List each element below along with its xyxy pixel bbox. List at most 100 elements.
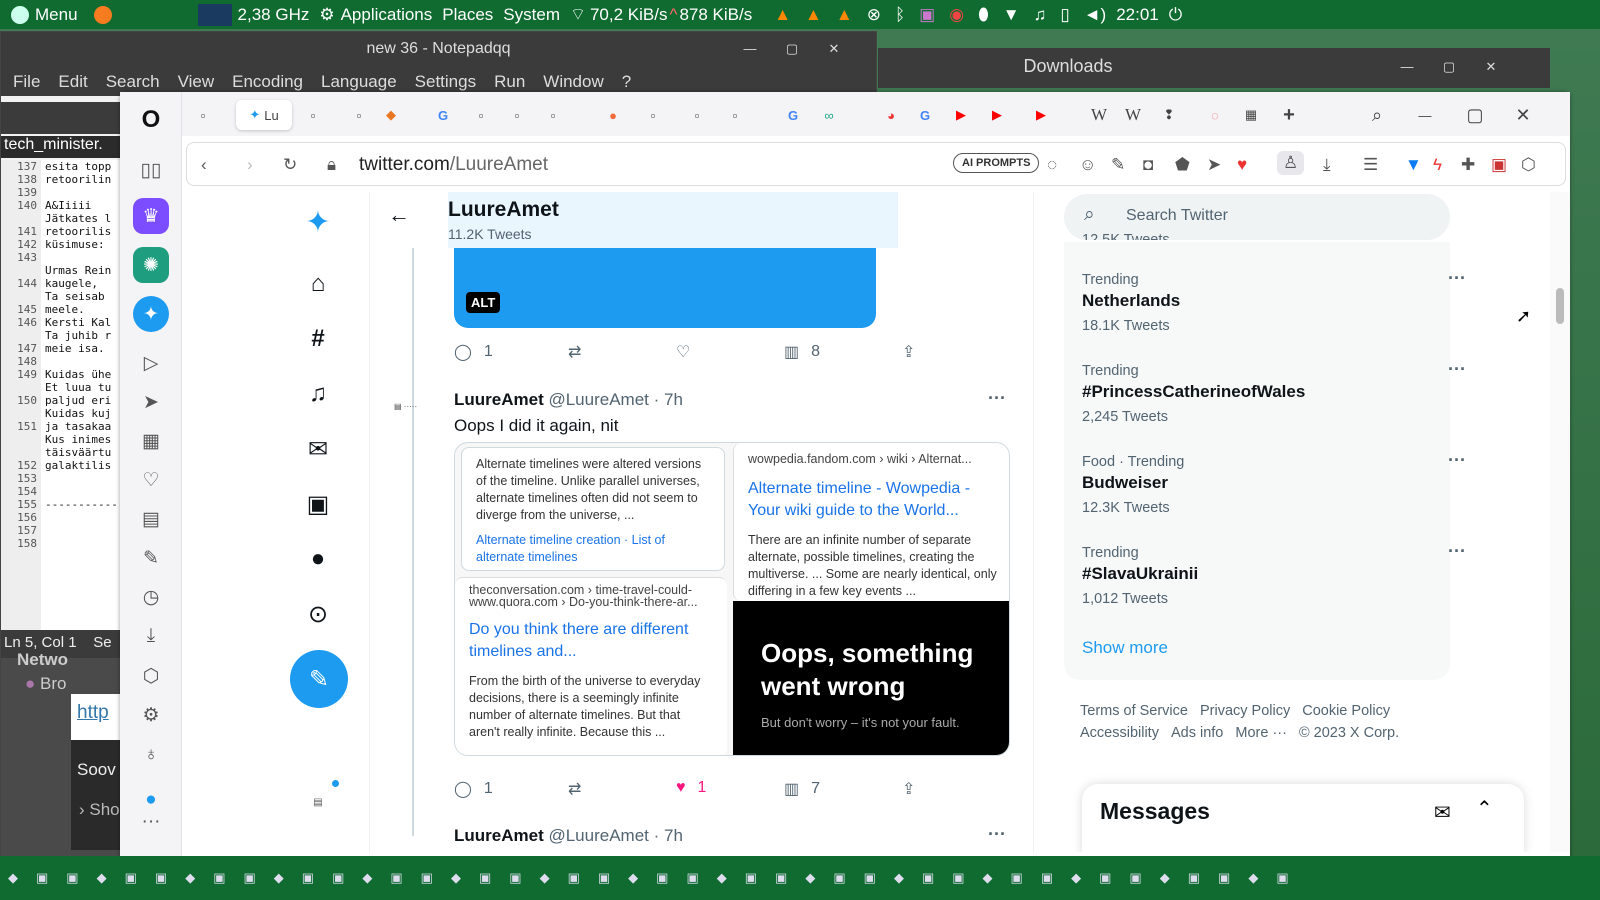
battery-icon[interactable]: ▯	[1060, 5, 1069, 25]
ai-prompts-button[interactable]: AI PROMPTS	[953, 153, 1040, 173]
menu-item[interactable]: Run	[494, 72, 525, 92]
taskbar-app-icon[interactable]: ◆	[362, 870, 372, 886]
footer-link[interactable]: Ads info	[1171, 725, 1223, 741]
taskbar-app-icon[interactable]: ▣	[36, 870, 48, 886]
taskbar-app-icon[interactable]: ▣	[66, 870, 78, 886]
search-result-card[interactable]: theconversation.com › time-travel-could-…	[455, 577, 727, 755]
link-text[interactable]: http	[77, 702, 109, 724]
profile-icon[interactable]: ♙	[1277, 151, 1305, 175]
tab-page-icon[interactable]: ▫	[188, 100, 218, 130]
send-icon[interactable]: ➤	[133, 384, 169, 420]
edit-icon[interactable]: ✎	[1111, 155, 1125, 175]
notepad-titlebar[interactable]: new 36 - Notepadqq — ▢ ✕	[1, 32, 876, 66]
tab-active-twitter[interactable]: ✦ Lu	[236, 100, 292, 130]
back-icon[interactable]: ‹	[201, 155, 207, 175]
tab[interactable]: ▫	[468, 100, 494, 130]
taskbar-app-icon[interactable]: ▣	[479, 870, 491, 886]
volume-icon[interactable]: ◄)	[1084, 5, 1107, 25]
pencil-icon[interactable]: ✎	[133, 540, 169, 576]
tab-speed-dial[interactable]: ◌	[1202, 100, 1228, 130]
tweet-more-icon[interactable]: ···	[988, 824, 1006, 845]
footer-link[interactable]: Privacy Policy	[1200, 703, 1290, 719]
shield-icon[interactable]: ⬮	[978, 5, 989, 25]
minimize-icon[interactable]: —	[1398, 58, 1416, 76]
menu-item[interactable]: Window	[543, 72, 603, 92]
vlc-icon[interactable]: ▲	[836, 5, 853, 25]
taskbar-app-icon[interactable]: ▣	[1129, 870, 1141, 886]
taskbar-app-icon[interactable]: ◆	[717, 870, 727, 886]
lightbulb-icon[interactable]: ♁	[133, 737, 169, 773]
taskbar-app-icon[interactable]: ◆	[894, 870, 904, 886]
share-button[interactable]: ⇪	[902, 342, 915, 362]
tab[interactable]: ◕	[878, 100, 904, 130]
menu-item[interactable]: Edit	[58, 72, 87, 92]
taskbar-app-icon[interactable]: ▣	[833, 870, 845, 886]
tab-wikipedia[interactable]: W	[1120, 100, 1146, 130]
trend-more-icon[interactable]: ···	[1448, 268, 1466, 289]
collapse-chevron-icon[interactable]: ⌃	[1476, 796, 1493, 821]
extension-icon[interactable]: ▣	[1491, 155, 1507, 175]
tab[interactable]: ▫	[540, 100, 566, 130]
menu-item[interactable]: Settings	[415, 72, 476, 92]
url-field[interactable]: twitter.com/LuureAmet	[359, 154, 548, 176]
tweet-image-grid[interactable]: Alternate timelines were altered version…	[454, 442, 1010, 756]
show-more-link[interactable]: Show more	[1082, 638, 1168, 658]
tweet-time[interactable]: 7h	[664, 390, 683, 409]
crown-icon[interactable]: ♛	[133, 198, 169, 234]
twitter-logo-icon[interactable]: ✦	[296, 200, 340, 244]
tab[interactable]: ▫	[722, 100, 748, 130]
taskbar-app-icon[interactable]: ◆	[97, 870, 107, 886]
tab-google[interactable]: G	[912, 100, 938, 130]
twitter-icon[interactable]: ✦	[133, 296, 169, 332]
tweet-handle[interactable]: @LuureAmet	[548, 390, 648, 409]
send-icon[interactable]: ➤	[1207, 155, 1221, 175]
maximize-icon[interactable]: ▢	[1462, 100, 1488, 130]
trend-more-icon[interactable]: ···	[1448, 359, 1466, 380]
heart-icon[interactable]: ♥	[1237, 155, 1247, 175]
taskbar-app-icon[interactable]: ▣	[1188, 870, 1200, 886]
easy-setup-icon[interactable]: ☰	[1363, 155, 1378, 175]
vlc-icon[interactable]: ▲	[774, 5, 791, 25]
retweet-button[interactable]: ⇄	[568, 342, 581, 362]
menu-item[interactable]: Language	[321, 72, 397, 92]
app-icon[interactable]: ▣	[919, 5, 935, 25]
like-button[interactable]: ♡	[676, 342, 690, 362]
apps-icon[interactable]: ▦	[133, 423, 169, 459]
tab-ask[interactable]: ●	[600, 100, 626, 130]
footer-link[interactable]: © 2023 X Corp.	[1299, 725, 1399, 741]
taskbar-app-icon[interactable]: ▣	[1099, 870, 1111, 886]
menu-item[interactable]: Encoding	[232, 72, 303, 92]
trend-more-icon[interactable]: ···	[1448, 541, 1466, 562]
taskbar-app-icon[interactable]: ▣	[125, 870, 137, 886]
result-links[interactable]: Alternate timeline creation · List of al…	[476, 532, 710, 566]
scrollbar-thumb[interactable]	[1556, 288, 1564, 324]
profile-person-icon[interactable]: ●	[296, 537, 340, 581]
footer-link[interactable]: Terms of Service	[1080, 703, 1188, 719]
tab[interactable]: ∞	[816, 100, 842, 130]
download-icon[interactable]: ⤓	[1323, 155, 1331, 175]
browser-item[interactable]: ● Bro	[25, 674, 66, 694]
menu-item[interactable]: Search	[106, 72, 160, 92]
new-message-icon[interactable]: ✉	[1434, 800, 1451, 825]
tweet-more-icon[interactable]: ···	[988, 388, 1006, 409]
extension-icon[interactable]: ▼	[1405, 155, 1422, 175]
tab-google[interactable]: G	[780, 100, 806, 130]
tab-google[interactable]: G	[430, 100, 456, 130]
taskbar-app-icon[interactable]: ▣	[864, 870, 876, 886]
trend-more-icon[interactable]: ···	[1448, 450, 1466, 471]
taskbar-app-icon[interactable]: ▣	[656, 870, 668, 886]
taskbar-app-icon[interactable]: ▣	[421, 870, 433, 886]
firefox-launcher[interactable]	[83, 0, 123, 29]
result-title[interactable]: Alternate timeline - Wowpedia - Your wik…	[748, 478, 997, 522]
footer-link[interactable]: Accessibility	[1080, 725, 1159, 741]
messages-drawer[interactable]: Messages ✉ ⌃	[1082, 784, 1524, 852]
notepad-tab[interactable]: tech_minister.	[1, 136, 121, 158]
emoji-icon[interactable]: ☺	[1079, 155, 1096, 175]
taskbar-app-icon[interactable]: ▣	[922, 870, 934, 886]
taskbar-app-icon[interactable]: ▣	[1276, 870, 1288, 886]
taskbar-app-icon[interactable]: ▣	[243, 870, 255, 886]
close-icon[interactable]: ✕	[1510, 100, 1536, 130]
opera-logo-icon[interactable]: O	[133, 102, 169, 138]
taskbar-app-icon[interactable]: ▣	[213, 870, 225, 886]
tab[interactable]: ▫	[640, 100, 666, 130]
